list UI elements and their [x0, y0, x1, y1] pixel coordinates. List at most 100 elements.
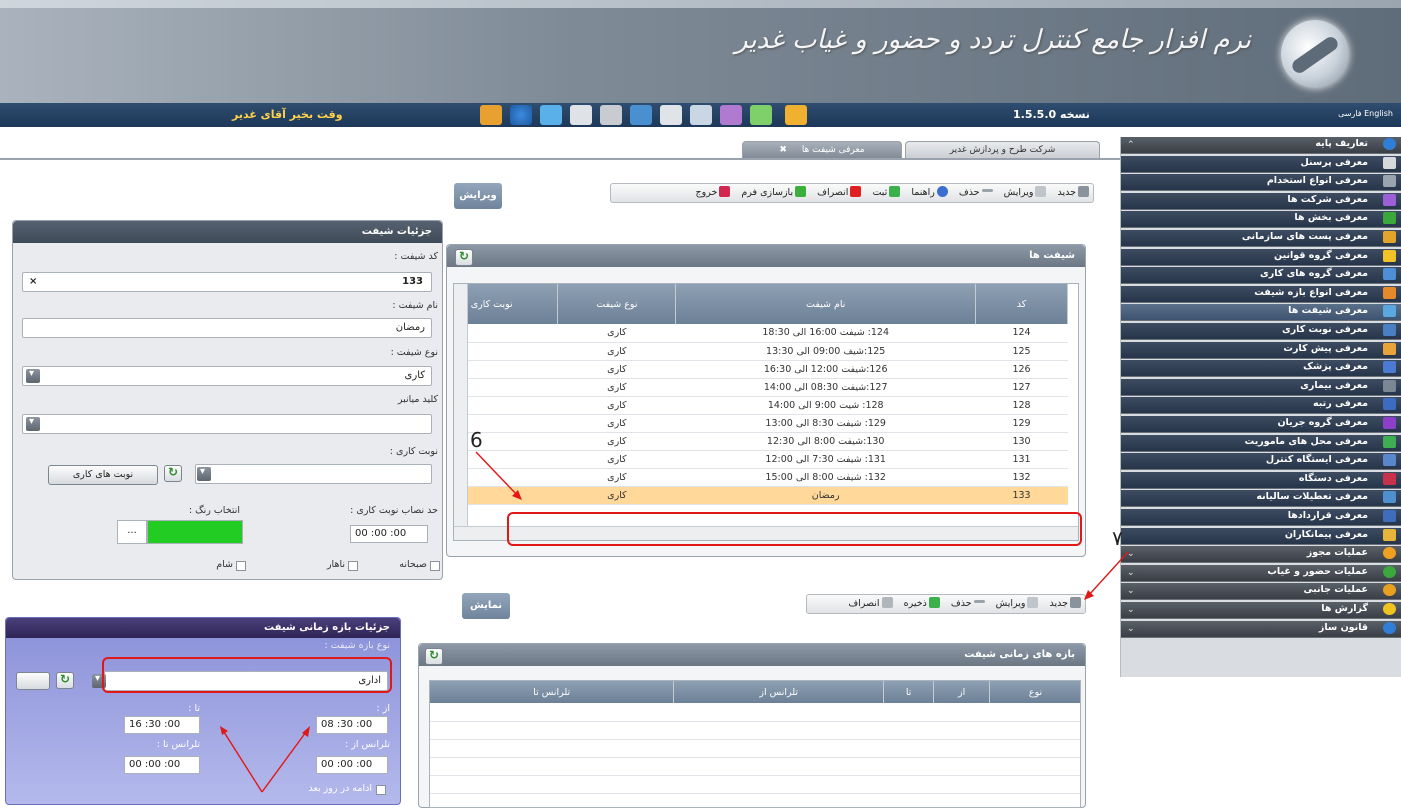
table-row[interactable]: 125 125:شیف 09:00 الی 13:30 کاری: [454, 342, 1068, 361]
breakfast-checkbox[interactable]: [430, 561, 440, 571]
period-type-refresh-button[interactable]: [56, 672, 74, 689]
sidebar-item[interactable]: معرفی بخش ها: [1121, 211, 1401, 229]
table-row[interactable]: 132 132: شیفت 8:00 الی 15:00 کاری: [454, 468, 1068, 487]
col-period-from[interactable]: از: [933, 681, 991, 703]
table-row[interactable]: 128 128: شیت 9:00 الی 14:00 کاری: [454, 396, 1068, 415]
color-picker-button[interactable]: ...: [117, 520, 147, 544]
sidebar-item[interactable]: معرفی گروه جریان: [1121, 416, 1401, 433]
chevron-icon[interactable]: ⌄: [1127, 622, 1135, 636]
sidebar-item[interactable]: معرفی شیفت ها: [1121, 304, 1401, 322]
period-save-button[interactable]: ذخیره: [904, 595, 940, 613]
sidebar-item[interactable]: معرفی ایستگاه کنترل: [1121, 453, 1401, 471]
sidebar-item[interactable]: معرفی انواع بازه شیفت: [1121, 285, 1401, 303]
sidebar-item[interactable]: عملیات مجوز ⌄: [1121, 546, 1401, 564]
period-cancel-button[interactable]: انصراف: [848, 595, 893, 613]
sidebar-item[interactable]: معرفی محل های ماموریت: [1121, 434, 1401, 452]
period-type-manage-button[interactable]: [16, 672, 50, 690]
alt-key-dropdown-icon[interactable]: [26, 416, 40, 431]
tol-to-field[interactable]: 00 :00 :00: [124, 756, 200, 774]
sidebar-item[interactable]: معرفی بیماری: [1121, 378, 1401, 396]
save-button[interactable]: ثبت: [872, 184, 901, 202]
cancel-button[interactable]: انصراف: [817, 184, 862, 202]
sidebar-item[interactable]: معرفی انواع استخدام: [1121, 174, 1401, 192]
shifts-refresh-button[interactable]: [455, 249, 473, 266]
chevron-icon[interactable]: ⌃: [1127, 138, 1135, 152]
col-period-to[interactable]: تا: [883, 681, 935, 703]
tab-close-icon[interactable]: ✖: [779, 145, 787, 155]
vertical-scrollbar[interactable]: [454, 284, 468, 540]
sidebar-item[interactable]: معرفی نوبت کاری: [1121, 323, 1401, 340]
sidebar-item[interactable]: معرفی گروه های کاری: [1121, 267, 1401, 285]
sidebar-item[interactable]: معرفی پرسنل: [1121, 155, 1401, 173]
sidebar-item[interactable]: معرفی پزشک: [1121, 360, 1401, 378]
person-icon[interactable]: [540, 105, 562, 125]
sidebar-item[interactable]: معرفی تعطیلات سالیانه: [1121, 490, 1401, 508]
edit-section-button[interactable]: ویرایش: [454, 183, 502, 209]
sidebar-item[interactable]: معرفی دستگاه: [1121, 471, 1401, 489]
shift-name-field[interactable]: رمضان: [22, 318, 432, 338]
schedule-icon[interactable]: [750, 105, 772, 125]
period-delete-button[interactable]: حذف: [951, 595, 985, 613]
notes-icon[interactable]: [660, 105, 682, 125]
globe-icon[interactable]: [510, 105, 532, 125]
reload-form-button[interactable]: بازسازی فرم: [741, 184, 807, 202]
language-switch[interactable]: فارسی English: [1338, 109, 1393, 118]
sidebar-item[interactable]: عملیات حضور و غیاب ⌄: [1121, 564, 1401, 582]
work-turn-dropdown-icon[interactable]: [197, 466, 211, 481]
sidebar-item[interactable]: معرفی شرکت ها: [1121, 192, 1401, 210]
new-button[interactable]: جدید: [1058, 184, 1089, 202]
table-row[interactable]: 131 131: شیفت 7:30 الی 12:00 کاری: [454, 450, 1068, 469]
shift-code-field[interactable]: × 133: [22, 272, 432, 292]
work-turn-select[interactable]: [195, 464, 432, 484]
calendar-icon[interactable]: [720, 105, 742, 125]
col-period-type[interactable]: نوع: [989, 681, 1080, 703]
sidebar-item[interactable]: گزارش ها ⌄: [1121, 602, 1401, 619]
delete-button[interactable]: حذف: [959, 184, 993, 202]
sidebar-item[interactable]: معرفی پیش کارت: [1121, 341, 1401, 359]
shift-type-dropdown-icon[interactable]: [26, 368, 40, 383]
show-section-button[interactable]: نمایش: [462, 593, 510, 619]
col-code[interactable]: کد: [975, 284, 1068, 324]
document-icon[interactable]: [570, 105, 592, 125]
col-period-tol-from[interactable]: تلرانس از: [673, 681, 885, 703]
period-edit-button[interactable]: ویرایش: [996, 595, 1039, 613]
help-button[interactable]: راهنما: [911, 184, 948, 202]
clipboard-icon[interactable]: [600, 105, 622, 125]
periods-refresh-button[interactable]: [425, 648, 443, 665]
sidebar-item[interactable]: قانون ساز ⌄: [1121, 620, 1401, 638]
edit-button[interactable]: ویرایش: [1004, 184, 1047, 202]
sidebar-item[interactable]: معرفی گروه قوانین: [1121, 248, 1401, 266]
shift-type-select[interactable]: کاری: [22, 366, 432, 386]
lunch-checkbox[interactable]: [348, 561, 358, 571]
col-period-tol-to[interactable]: تلرانس تا: [430, 681, 675, 703]
tab-company[interactable]: شرکت طرح و پردازش غدیر: [905, 141, 1100, 159]
min-work-field[interactable]: 00 :00 :00: [350, 525, 428, 543]
table-row[interactable]: 130 130:شیفت 8:00 الی 12:30 کاری: [454, 432, 1068, 451]
alt-key-select[interactable]: [22, 414, 432, 434]
col-turn[interactable]: نوبت کاری: [454, 284, 559, 324]
folder-icon[interactable]: [630, 105, 652, 125]
sidebar-item[interactable]: عملیات جانبی ⌄: [1121, 583, 1401, 601]
contacts-icon[interactable]: [690, 105, 712, 125]
work-turn-refresh-button[interactable]: [164, 465, 182, 482]
col-name[interactable]: نام شیفت: [675, 284, 977, 324]
tab-shifts[interactable]: معرفی شیفت ها ✖: [742, 141, 902, 159]
work-turns-button[interactable]: نوبت های کاری: [48, 465, 158, 485]
table-row[interactable]: 124 124: شیفت 16:00 الی 18:30 کاری: [454, 324, 1068, 343]
table-row[interactable]: 126 126:شیفت 12:00 الی 16:30 کاری: [454, 360, 1068, 379]
table-row[interactable]: 129 129: شیفت 8:30 الی 13:00 کاری: [454, 414, 1068, 433]
table-row[interactable]: 133 رمضان کاری: [454, 486, 1068, 505]
exit-button[interactable]: خروج: [696, 184, 731, 202]
col-type[interactable]: نوع شیفت: [557, 284, 677, 324]
dinner-checkbox[interactable]: [236, 561, 246, 571]
calendar-grid-icon[interactable]: [785, 105, 807, 125]
home-icon[interactable]: [480, 105, 502, 125]
sidebar-item[interactable]: معرفی قراردادها: [1121, 509, 1401, 526]
clear-icon[interactable]: ×: [29, 276, 37, 287]
sidebar-item[interactable]: معرفی رتبه: [1121, 397, 1401, 415]
sidebar-item[interactable]: معرفی پست های سازمانی: [1121, 230, 1401, 247]
to-time-field[interactable]: 16 :30 :00: [124, 716, 200, 734]
sidebar-item[interactable]: معرفی پیمانکاران: [1121, 527, 1401, 545]
next-day-checkbox[interactable]: [376, 785, 386, 795]
table-row[interactable]: 127 127:شیفت 08:30 الی 14:00 کاری: [454, 378, 1068, 397]
